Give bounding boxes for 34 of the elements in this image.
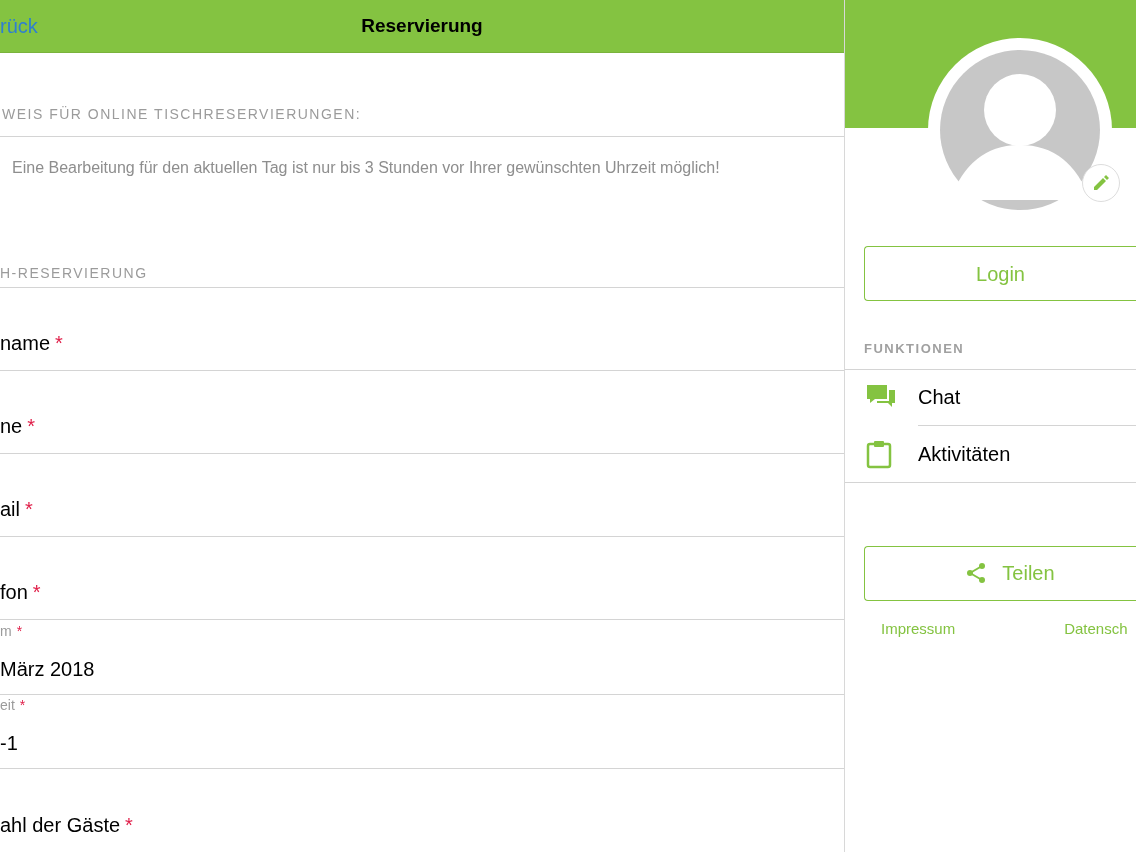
menu-item[interactable]: Chat [918, 369, 1136, 426]
pencil-icon [1092, 174, 1110, 192]
share-icon [966, 562, 987, 584]
required-mark: * [32, 580, 41, 605]
form-field[interactable]: ail * [0, 454, 844, 537]
edit-avatar-button[interactable] [1082, 164, 1120, 202]
form-field[interactable]: m * März 2018 [0, 620, 844, 695]
form-field[interactable]: fon * [0, 537, 844, 620]
section-header: H-RESERVIERUNG [0, 264, 149, 283]
field-label: eit [0, 696, 15, 715]
form-field[interactable]: ne * [0, 371, 844, 454]
form-field[interactable]: name * [0, 288, 844, 371]
field-value: März 2018 [0, 656, 96, 682]
required-mark: * [19, 696, 26, 715]
field-label: fon [0, 580, 28, 605]
field-label: m [0, 621, 12, 641]
menu-item[interactable]: Aktivitäten [918, 425, 1136, 482]
required-mark: * [125, 813, 133, 838]
form-field[interactable]: eit * -1 [0, 694, 844, 769]
required-mark: * [55, 331, 63, 356]
section-header: WEIS FÜR ONLINE TISCHRESERVIERUNGEN: [1, 105, 363, 124]
field-label: ne [0, 414, 23, 439]
field-label: ahl der Gäste [0, 813, 121, 838]
required-mark: * [16, 621, 23, 641]
field-value: -1 [0, 731, 19, 756]
notice-text: Eine Bearbeitung für den aktuellen Tag ist nur bis 3 Stunden vor Ihrer gewünschten Uhrzeit möglich! [11, 158, 721, 178]
field-label: name [0, 331, 51, 356]
required-mark: * [27, 414, 36, 439]
field-label: ail [0, 497, 20, 522]
section-header: FUNKTIONEN [864, 340, 966, 358]
clipboard-icon [866, 438, 892, 469]
page-title: Reservierung [361, 13, 483, 38]
required-mark: * [25, 497, 33, 522]
form-field[interactable]: ahl der Gäste * [0, 769, 844, 852]
